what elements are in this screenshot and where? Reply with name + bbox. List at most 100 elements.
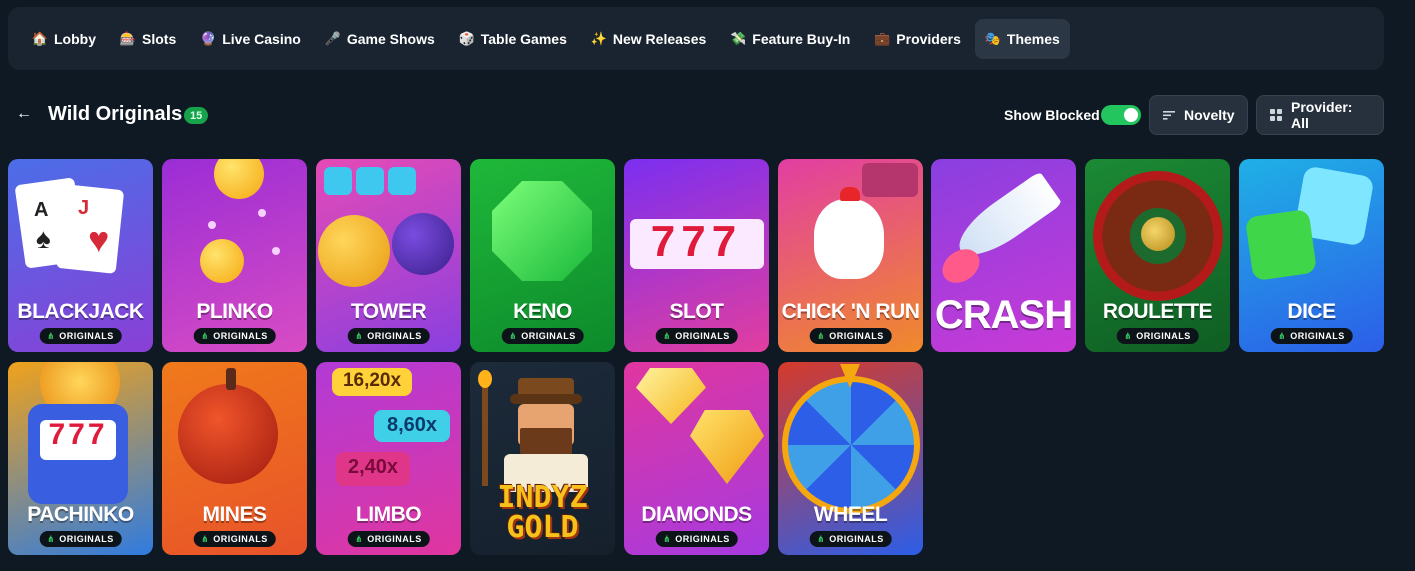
nav-item-label: Themes — [1006, 30, 1060, 47]
game-card-blackjack[interactable]: A ♠ J ♥ BLACKJACK ⋔ ORIGINALS — [8, 159, 153, 352]
game-title: PLINKO — [196, 300, 273, 323]
game-title: CHICK 'N RUN — [781, 300, 920, 323]
game-shows-icon: 🎤 — [324, 31, 341, 46]
game-card-pachinko[interactable]: 777 PACHINKO ⋔ ORIGINALS — [8, 362, 153, 555]
nav-item-label: Lobby — [54, 30, 96, 47]
originals-badge: ⋔ ORIGINALS — [501, 328, 584, 344]
originals-badge: ⋔ ORIGINALS — [193, 328, 276, 344]
originals-badge: ⋔ ORIGINALS — [347, 328, 430, 344]
live-casino-icon: 🔮 — [200, 31, 217, 46]
claw-icon: ⋔ — [355, 533, 364, 544]
game-card-dice[interactable]: DICE ⋔ ORIGINALS — [1239, 159, 1384, 352]
new-releases-icon: ✨ — [590, 31, 607, 46]
nav-item-themes[interactable]: 🎭 Themes — [974, 18, 1070, 59]
game-card-indyz-gold[interactable]: INDYZ GOLD — [470, 362, 615, 555]
originals-badge-label: ORIGINALS — [829, 331, 884, 341]
originals-badge-label: ORIGINALS — [1290, 331, 1345, 341]
originals-badge: ⋔ ORIGINALS — [193, 531, 276, 547]
nav-item-label: Providers — [896, 30, 961, 47]
category-nav: 🏠 Lobby 🎰 Slots 🔮 Live Casino 🎤 Game Shows 🎲 Tabl… — [8, 7, 1384, 70]
lobby-icon: 🏠 — [31, 31, 49, 46]
game-card-plinko[interactable]: PLINKO ⋔ ORIGINALS — [162, 159, 307, 352]
nav-item-label: Game Shows — [346, 30, 435, 47]
grid-icon — [1269, 108, 1283, 122]
game-title: CRASH — [934, 293, 1073, 337]
claw-icon: ⋔ — [201, 330, 210, 341]
claw-icon: ⋔ — [1124, 330, 1133, 341]
game-card-roulette[interactable]: ROULETTE ⋔ ORIGINALS — [1085, 159, 1230, 352]
table-games-icon: 🎲 — [458, 31, 475, 46]
page-title: Wild Originals — [48, 103, 183, 125]
game-title: KENO — [513, 300, 572, 323]
show-blocked-toggle[interactable] — [1101, 105, 1141, 125]
sort-label: Novelty — [1184, 107, 1235, 123]
originals-badge: ⋔ ORIGINALS — [655, 531, 738, 547]
game-card-chick-n-run[interactable]: CHICK 'N RUN ⋔ ORIGINALS — [778, 159, 923, 352]
game-title: LIMBO — [355, 503, 422, 526]
nav-item-game-shows[interactable]: 🎤 Game Shows — [315, 19, 445, 59]
game-title: ROULETTE — [1102, 300, 1213, 323]
nav-item-lobby[interactable]: 🏠 Lobby — [22, 19, 106, 59]
nav-item-label: New Releases — [612, 30, 707, 47]
nav-item-label: Feature Buy-In — [752, 30, 851, 47]
nav-item-feature-buy-in[interactable]: 💸 Feature Buy-In — [720, 19, 860, 59]
claw-icon: ⋔ — [47, 533, 56, 544]
originals-badge: ⋔ ORIGINALS — [1270, 328, 1353, 344]
sort-novelty-button[interactable]: Novelty — [1149, 95, 1248, 135]
game-card-limbo[interactable]: 16,20x 8,60x 2,40x LIMBO ⋔ ORIGINALS — [316, 362, 461, 555]
originals-badge-label: ORIGINALS — [367, 331, 422, 341]
nav-item-table-games[interactable]: 🎲 Table Games — [449, 19, 577, 59]
originals-badge-label: ORIGINALS — [829, 534, 884, 544]
originals-badge-label: ORIGINALS — [367, 534, 422, 544]
game-card-diamonds[interactable]: DIAMONDS ⋔ ORIGINALS — [624, 362, 769, 555]
game-card-mines[interactable]: MINES ⋔ ORIGINALS — [162, 362, 307, 555]
originals-badge: ⋔ ORIGINALS — [809, 328, 892, 344]
provider-filter-button[interactable]: Provider: All — [1256, 95, 1384, 135]
claw-icon: ⋔ — [201, 533, 210, 544]
originals-badge-label: ORIGINALS — [213, 534, 268, 544]
game-card-keno[interactable]: KENO ⋔ ORIGINALS — [470, 159, 615, 352]
nav-item-providers[interactable]: 💼 Providers — [864, 19, 971, 59]
nav-item-label: Slots — [142, 30, 177, 47]
feature-buy-in-icon: 💸 — [730, 31, 747, 46]
originals-badge-label: ORIGINALS — [59, 534, 114, 544]
game-title: MINES — [202, 503, 267, 526]
originals-badge-label: ORIGINALS — [1136, 331, 1191, 341]
game-card-wheel[interactable]: WHEEL ⋔ ORIGINALS — [778, 362, 923, 555]
claw-icon: ⋔ — [663, 330, 672, 341]
claw-icon: ⋔ — [355, 330, 364, 341]
back-arrow-icon[interactable]: ← — [16, 105, 32, 123]
claw-icon: ⋔ — [817, 330, 826, 341]
originals-badge: ⋔ ORIGINALS — [655, 328, 738, 344]
provider-label: Provider: All — [1291, 99, 1353, 131]
sort-lines-icon — [1162, 108, 1176, 122]
originals-badge-label: ORIGINALS — [213, 331, 268, 341]
nav-item-label: Table Games — [480, 30, 567, 47]
originals-badge-label: ORIGINALS — [521, 331, 576, 341]
claw-icon: ⋔ — [663, 533, 672, 544]
claw-icon: ⋔ — [509, 330, 518, 341]
nav-item-new-releases[interactable]: ✨ New Releases — [581, 19, 716, 59]
game-card-crash[interactable]: CRASH — [931, 159, 1076, 352]
originals-badge-label: ORIGINALS — [59, 331, 114, 341]
nav-item-slots[interactable]: 🎰 Slots — [110, 19, 186, 59]
originals-badge-label: ORIGINALS — [675, 331, 730, 341]
originals-badge: ⋔ ORIGINALS — [347, 531, 430, 547]
originals-badge: ⋔ ORIGINALS — [39, 328, 122, 344]
originals-badge: ⋔ ORIGINALS — [809, 531, 892, 547]
nav-item-label: Live Casino — [222, 30, 301, 47]
originals-badge: ⋔ ORIGINALS — [1116, 328, 1199, 344]
game-title: WHEEL — [813, 503, 888, 526]
claw-icon: ⋔ — [1278, 330, 1287, 341]
game-count-badge: 15 — [184, 107, 209, 124]
nav-item-live-casino[interactable]: 🔮 Live Casino — [190, 19, 311, 59]
game-card-slot[interactable]: 777 SLOT ⋔ ORIGINALS — [624, 159, 769, 352]
game-title: PACHINKO — [27, 503, 134, 526]
game-title: TOWER — [350, 300, 427, 323]
originals-badge-label: ORIGINALS — [675, 534, 730, 544]
game-art-indyz-gold: INDYZ GOLD — [470, 362, 615, 555]
slots-icon: 🎰 — [119, 31, 137, 46]
game-title: SLOT — [669, 300, 725, 323]
game-card-tower[interactable]: TOWER ⋔ ORIGINALS — [316, 159, 461, 352]
game-title: DIAMONDS — [641, 503, 752, 526]
